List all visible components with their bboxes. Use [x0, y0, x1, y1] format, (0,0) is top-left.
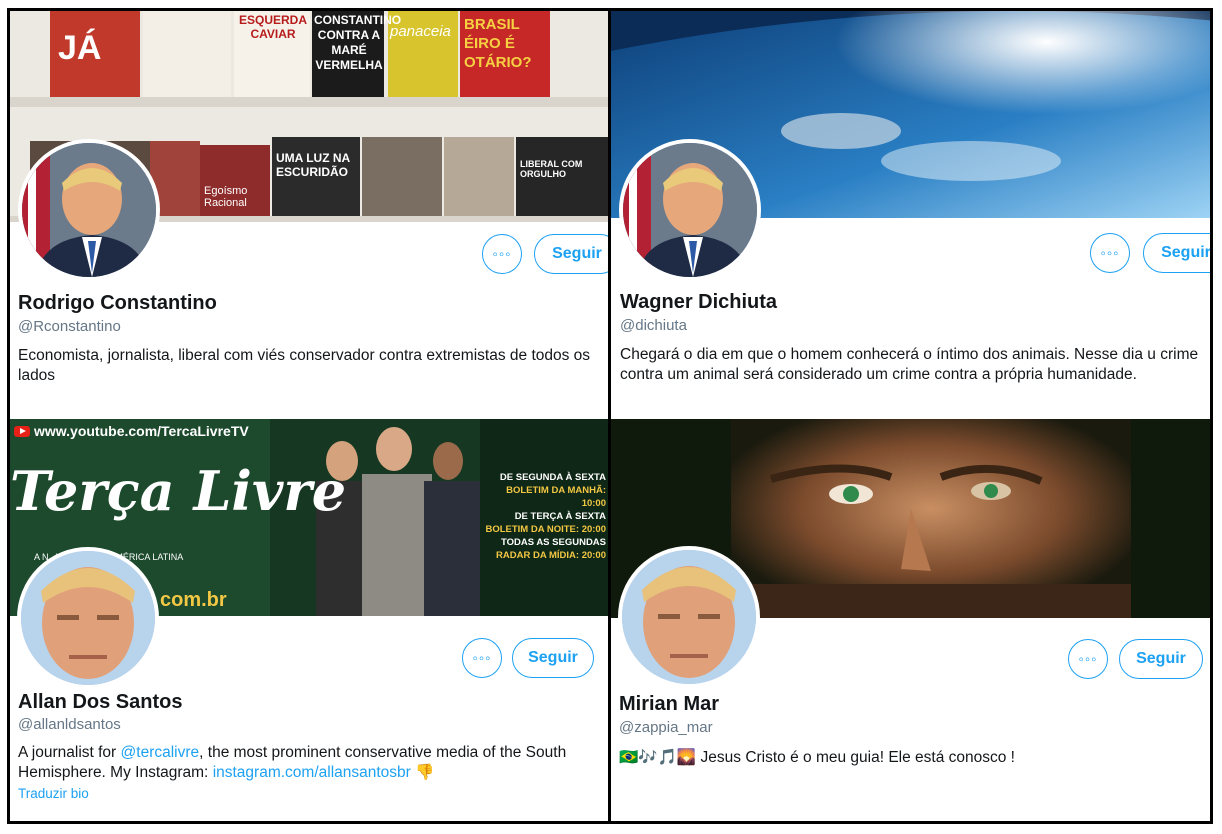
- follow-button[interactable]: Seguir: [512, 638, 594, 678]
- brand-domain: com.br: [160, 589, 227, 611]
- profile-bio: A journalist for @tercalivre, the most p…: [18, 743, 578, 783]
- profile-handle[interactable]: @dichiuta: [620, 317, 687, 334]
- follow-button[interactable]: Seguir: [1143, 233, 1210, 273]
- youtube-icon: [14, 425, 30, 437]
- more-options-button[interactable]: ◦◦◦: [482, 234, 522, 274]
- avatar[interactable]: [619, 139, 761, 281]
- profile-card-wagner: ◦◦◦ Seguir Wagner Dichiuta @dichiuta Che…: [611, 11, 1210, 416]
- book-title-panaceia: panaceia: [390, 23, 451, 40]
- profile-name[interactable]: Mirian Mar: [619, 693, 719, 716]
- bio-instagram-link[interactable]: instagram.com/allansantosbr: [213, 764, 411, 781]
- avatar[interactable]: [618, 546, 760, 688]
- bio-text: A journalist for: [18, 744, 121, 761]
- book-title-egoismo: Egoísmo Racional: [204, 185, 248, 209]
- profile-card-rodrigo: JÁ ESQUERDA CAVIAR CONSTANTINO CONTRA A …: [10, 11, 608, 416]
- avatar-portrait-image: [623, 143, 757, 277]
- schedule-line: DE SEGUNDA À SEXTA: [499, 472, 606, 483]
- avatar[interactable]: [18, 139, 160, 281]
- profile-bio: Economista, jornalista, liberal com viés…: [18, 347, 591, 384]
- more-options-button[interactable]: ◦◦◦: [1090, 233, 1130, 273]
- schedule-line: DE TERÇA À SEXTA: [514, 511, 606, 522]
- avatar[interactable]: [17, 547, 159, 689]
- avatar-portrait-image: [22, 143, 156, 277]
- brand-title: Terça Livre: [10, 459, 347, 523]
- profile-card-allan: www.youtube.com/TercaLivreTV Terça Livre…: [10, 419, 608, 821]
- bio-text: Jesus Cristo é o meu guia! Ele está cono…: [700, 749, 1015, 766]
- profile-name[interactable]: Rodrigo Constantino: [18, 292, 217, 315]
- bio-emoji-sequence: 🇧🇷🎶🎵🌄: [619, 749, 697, 766]
- more-options-button[interactable]: ◦◦◦: [1068, 639, 1108, 679]
- schedule-line: BOLETIM DA NOITE: 20:00: [485, 524, 606, 535]
- profile-bio: 🇧🇷🎶🎵🌄 Jesus Cristo é o meu guia! Ele est…: [619, 748, 1199, 768]
- profile-card-mirian: ◦◦◦ Seguir Mirian Mar @zappia_mar 🇧🇷🎶🎵🌄 …: [611, 419, 1210, 821]
- follow-button[interactable]: Seguir: [1119, 639, 1203, 679]
- youtube-url: www.youtube.com/TercaLivreTV: [14, 423, 249, 439]
- screenshot-frame: JÁ ESQUERDA CAVIAR CONSTANTINO CONTRA A …: [7, 8, 1213, 824]
- schedule-line: RADAR DA MÍDIA: 20:00: [496, 550, 606, 561]
- avatar-portrait-image: [21, 551, 155, 685]
- profile-bio: Chegará o dia em que o homem conhecerá o…: [620, 346, 1199, 383]
- bio-mention-link[interactable]: @tercalivre: [121, 744, 200, 761]
- schedule-box: DE SEGUNDA À SEXTA BOLETIM DA MANHÃ: 10:…: [484, 471, 606, 562]
- profile-name[interactable]: Wagner Dichiuta: [620, 291, 777, 314]
- profile-handle[interactable]: @Rconstantino: [18, 318, 121, 335]
- book-title-contra: CONSTANTINO CONTRA A MARÉ VERMELHA: [314, 13, 402, 72]
- schedule-line: BOLETIM DA MANHÃ: 10:00: [506, 485, 606, 509]
- avatar-portrait-image: [622, 550, 756, 684]
- translate-bio-link[interactable]: Traduzir bio: [18, 786, 89, 801]
- schedule-line: TODAS AS SEGUNDAS: [500, 537, 606, 548]
- book-title-brasil: BRASIL ÉIRO É OTÁRIO?: [464, 16, 532, 71]
- book-title-luz: UMA LUZ NA ESCURIDÃO: [276, 151, 350, 179]
- book-title-ja: JÁ: [58, 29, 102, 67]
- profile-name[interactable]: Allan Dos Santos: [18, 691, 182, 714]
- youtube-url-text: www.youtube.com/TercaLivreTV: [34, 423, 249, 439]
- book-title-caviar: ESQUERDA CAVIAR: [238, 13, 307, 41]
- follow-button[interactable]: Seguir: [534, 234, 608, 274]
- more-options-button[interactable]: ◦◦◦: [462, 638, 502, 678]
- profile-handle[interactable]: @zappia_mar: [619, 719, 713, 736]
- profile-handle[interactable]: @allanldsantos: [18, 716, 121, 733]
- grid-divider-vertical: [608, 11, 611, 821]
- thumbs-down-emoji: 👎: [415, 764, 435, 781]
- book-title-liberal: LIBERAL COM ORGULHO: [520, 159, 583, 179]
